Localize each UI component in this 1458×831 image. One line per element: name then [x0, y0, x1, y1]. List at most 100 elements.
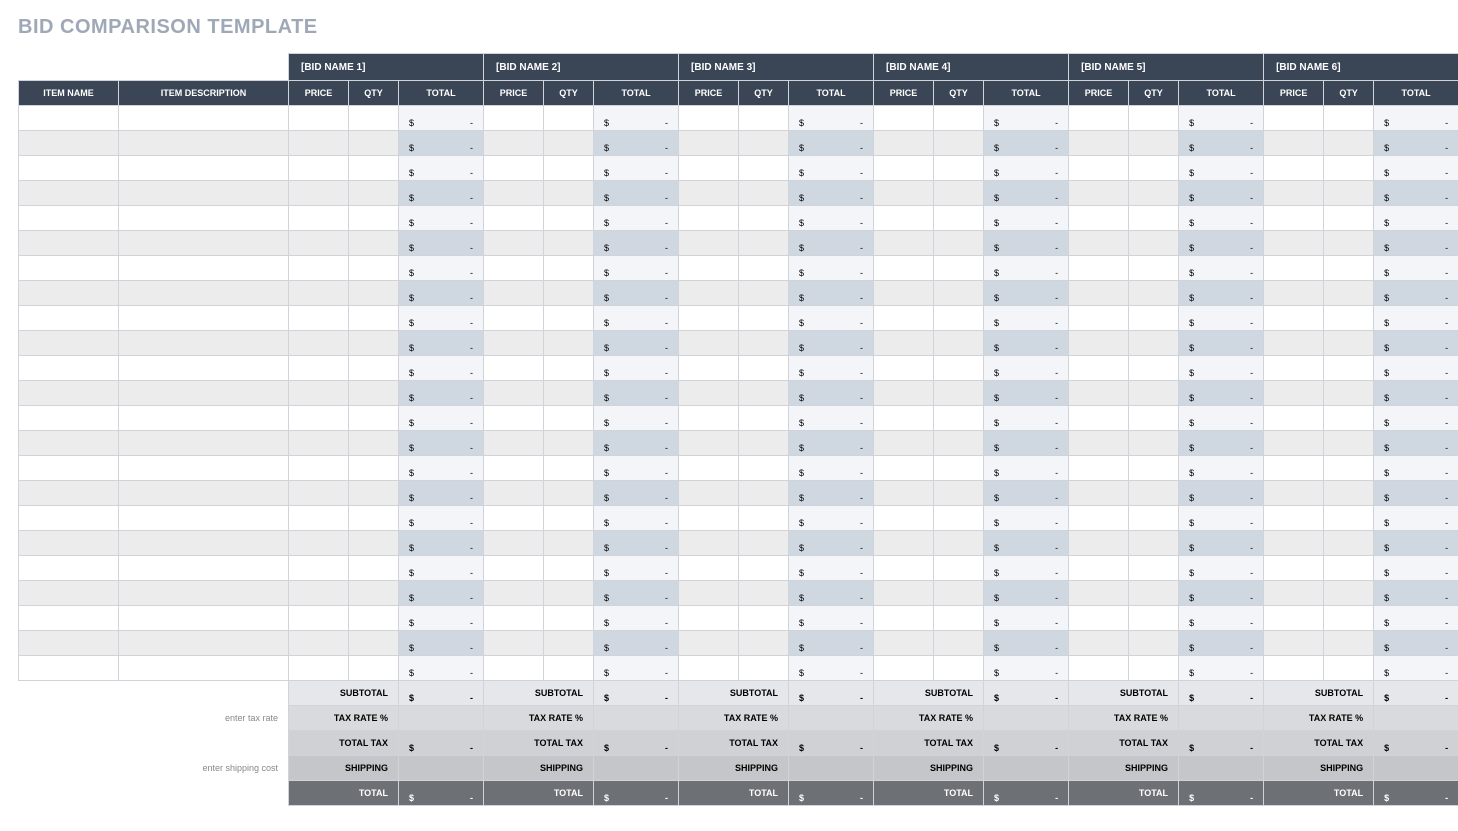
item-name-cell[interactable] — [19, 231, 119, 256]
item-desc-cell[interactable] — [119, 606, 289, 631]
item-desc-cell[interactable] — [119, 106, 289, 131]
price-cell[interactable] — [289, 306, 349, 331]
item-desc-cell[interactable] — [119, 131, 289, 156]
qty-cell[interactable] — [934, 281, 984, 306]
item-name-cell[interactable] — [19, 431, 119, 456]
qty-cell[interactable] — [739, 331, 789, 356]
qty-cell[interactable] — [1324, 556, 1374, 581]
price-cell[interactable] — [484, 281, 544, 306]
price-cell[interactable] — [874, 181, 934, 206]
price-cell[interactable] — [484, 606, 544, 631]
qty-cell[interactable] — [544, 531, 594, 556]
qty-cell[interactable] — [934, 156, 984, 181]
qty-cell[interactable] — [934, 531, 984, 556]
qty-cell[interactable] — [349, 206, 399, 231]
price-cell[interactable] — [1264, 356, 1324, 381]
qty-cell[interactable] — [1129, 131, 1179, 156]
qty-cell[interactable] — [934, 581, 984, 606]
qty-cell[interactable] — [934, 406, 984, 431]
price-cell[interactable] — [1264, 331, 1324, 356]
price-cell[interactable] — [679, 106, 739, 131]
price-cell[interactable] — [484, 581, 544, 606]
qty-cell[interactable] — [349, 506, 399, 531]
price-cell[interactable] — [1264, 556, 1324, 581]
qty-cell[interactable] — [1129, 631, 1179, 656]
price-cell[interactable] — [289, 506, 349, 531]
price-cell[interactable] — [679, 556, 739, 581]
qty-cell[interactable] — [1324, 406, 1374, 431]
qty-cell[interactable] — [1129, 506, 1179, 531]
price-cell[interactable] — [1069, 431, 1129, 456]
shipping-cell[interactable] — [984, 756, 1069, 781]
price-cell[interactable] — [1264, 381, 1324, 406]
taxrate-cell[interactable] — [984, 706, 1069, 731]
qty-cell[interactable] — [1324, 156, 1374, 181]
item-name-cell[interactable] — [19, 356, 119, 381]
item-name-cell[interactable] — [19, 406, 119, 431]
price-cell[interactable] — [1069, 581, 1129, 606]
price-cell[interactable] — [679, 206, 739, 231]
price-cell[interactable] — [289, 481, 349, 506]
qty-cell[interactable] — [934, 231, 984, 256]
price-cell[interactable] — [1069, 281, 1129, 306]
price-cell[interactable] — [1264, 656, 1324, 681]
qty-cell[interactable] — [739, 256, 789, 281]
qty-cell[interactable] — [544, 281, 594, 306]
price-cell[interactable] — [289, 656, 349, 681]
item-name-cell[interactable] — [19, 531, 119, 556]
item-name-cell[interactable] — [19, 381, 119, 406]
price-cell[interactable] — [289, 431, 349, 456]
price-cell[interactable] — [484, 406, 544, 431]
price-cell[interactable] — [874, 456, 934, 481]
qty-cell[interactable] — [544, 206, 594, 231]
price-cell[interactable] — [1069, 306, 1129, 331]
price-cell[interactable] — [1069, 181, 1129, 206]
price-cell[interactable] — [484, 156, 544, 181]
item-desc-cell[interactable] — [119, 331, 289, 356]
qty-cell[interactable] — [544, 506, 594, 531]
price-cell[interactable] — [1069, 631, 1129, 656]
price-cell[interactable] — [289, 281, 349, 306]
price-cell[interactable] — [289, 456, 349, 481]
taxrate-cell[interactable] — [594, 706, 679, 731]
qty-cell[interactable] — [739, 631, 789, 656]
item-name-cell[interactable] — [19, 131, 119, 156]
price-cell[interactable] — [1069, 381, 1129, 406]
price-cell[interactable] — [1069, 106, 1129, 131]
price-cell[interactable] — [1264, 206, 1324, 231]
qty-cell[interactable] — [544, 156, 594, 181]
price-cell[interactable] — [874, 331, 934, 356]
qty-cell[interactable] — [349, 431, 399, 456]
item-desc-cell[interactable] — [119, 631, 289, 656]
price-cell[interactable] — [679, 131, 739, 156]
qty-cell[interactable] — [934, 431, 984, 456]
price-cell[interactable] — [1069, 556, 1129, 581]
qty-cell[interactable] — [739, 481, 789, 506]
price-cell[interactable] — [874, 506, 934, 531]
qty-cell[interactable] — [1129, 381, 1179, 406]
item-desc-cell[interactable] — [119, 456, 289, 481]
item-name-cell[interactable] — [19, 506, 119, 531]
qty-cell[interactable] — [1324, 456, 1374, 481]
qty-cell[interactable] — [934, 481, 984, 506]
price-cell[interactable] — [1069, 331, 1129, 356]
bid-name-6[interactable]: [BID NAME 6] — [1264, 54, 1458, 81]
price-cell[interactable] — [679, 356, 739, 381]
qty-cell[interactable] — [544, 581, 594, 606]
qty-cell[interactable] — [349, 381, 399, 406]
price-cell[interactable] — [874, 581, 934, 606]
qty-cell[interactable] — [934, 206, 984, 231]
price-cell[interactable] — [874, 206, 934, 231]
qty-cell[interactable] — [544, 256, 594, 281]
price-cell[interactable] — [679, 656, 739, 681]
qty-cell[interactable] — [1129, 656, 1179, 681]
price-cell[interactable] — [1069, 406, 1129, 431]
price-cell[interactable] — [484, 106, 544, 131]
price-cell[interactable] — [1069, 606, 1129, 631]
qty-cell[interactable] — [349, 556, 399, 581]
price-cell[interactable] — [289, 256, 349, 281]
qty-cell[interactable] — [1129, 481, 1179, 506]
price-cell[interactable] — [1264, 631, 1324, 656]
item-desc-cell[interactable] — [119, 381, 289, 406]
price-cell[interactable] — [679, 581, 739, 606]
